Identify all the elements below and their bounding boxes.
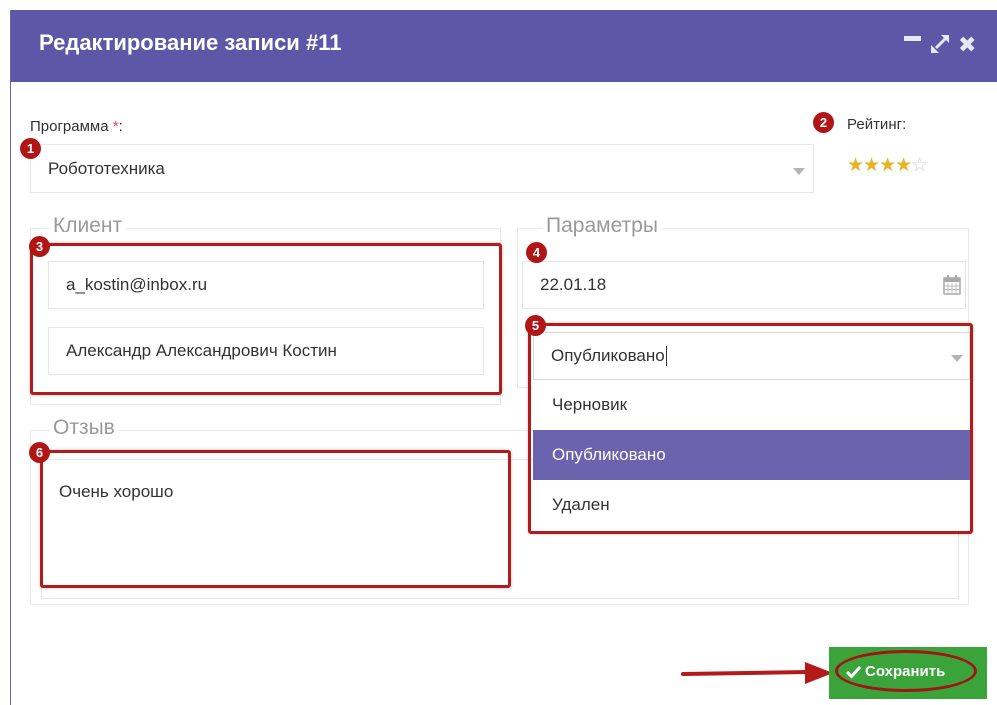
save-button[interactable]: Сохранить [829,647,987,699]
parameters-legend: Параметры [542,214,662,238]
program-label-text: Программа [30,118,109,135]
arrow-right-icon [681,662,833,684]
program-select[interactable]: Робототехника [30,144,814,193]
save-button-content: Сохранить [846,663,945,680]
minimize-icon[interactable] [904,36,921,41]
client-legend: Клиент [49,214,127,238]
date-value: 22.01.18 [540,275,607,294]
save-button-label: Сохранить [865,663,946,680]
step-badge-4: 4 [526,242,547,263]
calendar-icon[interactable] [943,275,961,300]
chevron-down-icon[interactable] [793,168,805,175]
check-icon [846,665,861,679]
rating-stars[interactable]: ★★★★☆ [847,154,928,177]
star-empty-icon[interactable]: ☆ [911,155,928,176]
dialog-titlebar[interactable]: Редактирование записи #11 ✖ [11,10,997,82]
rating-label: Рейтинг: [847,116,907,133]
close-icon[interactable]: ✖ [958,32,976,58]
review-legend: Отзыв [49,416,119,440]
star-filled-icon[interactable]: ★★★★ [847,155,912,176]
date-field[interactable]: 22.01.18 [522,261,966,309]
step-badge-1: 1 [20,138,41,159]
step-badge-2: 2 [813,112,834,133]
program-label-colon: : [118,118,123,135]
client-highlight-box [30,243,502,395]
maximize-icon[interactable] [928,32,952,62]
status-highlight-box [528,323,973,534]
step-badge-6: 6 [29,442,50,463]
dialog-title: Редактирование записи #11 [39,30,342,55]
program-select-value: Робототехника [48,158,165,178]
step-badge-3: 3 [29,236,50,257]
program-label: Программа *: [30,118,123,135]
step-badge-5: 5 [525,315,546,336]
review-highlight-box [40,450,511,588]
edit-record-dialog: Редактирование записи #11 ✖ Программа *:… [10,10,997,705]
